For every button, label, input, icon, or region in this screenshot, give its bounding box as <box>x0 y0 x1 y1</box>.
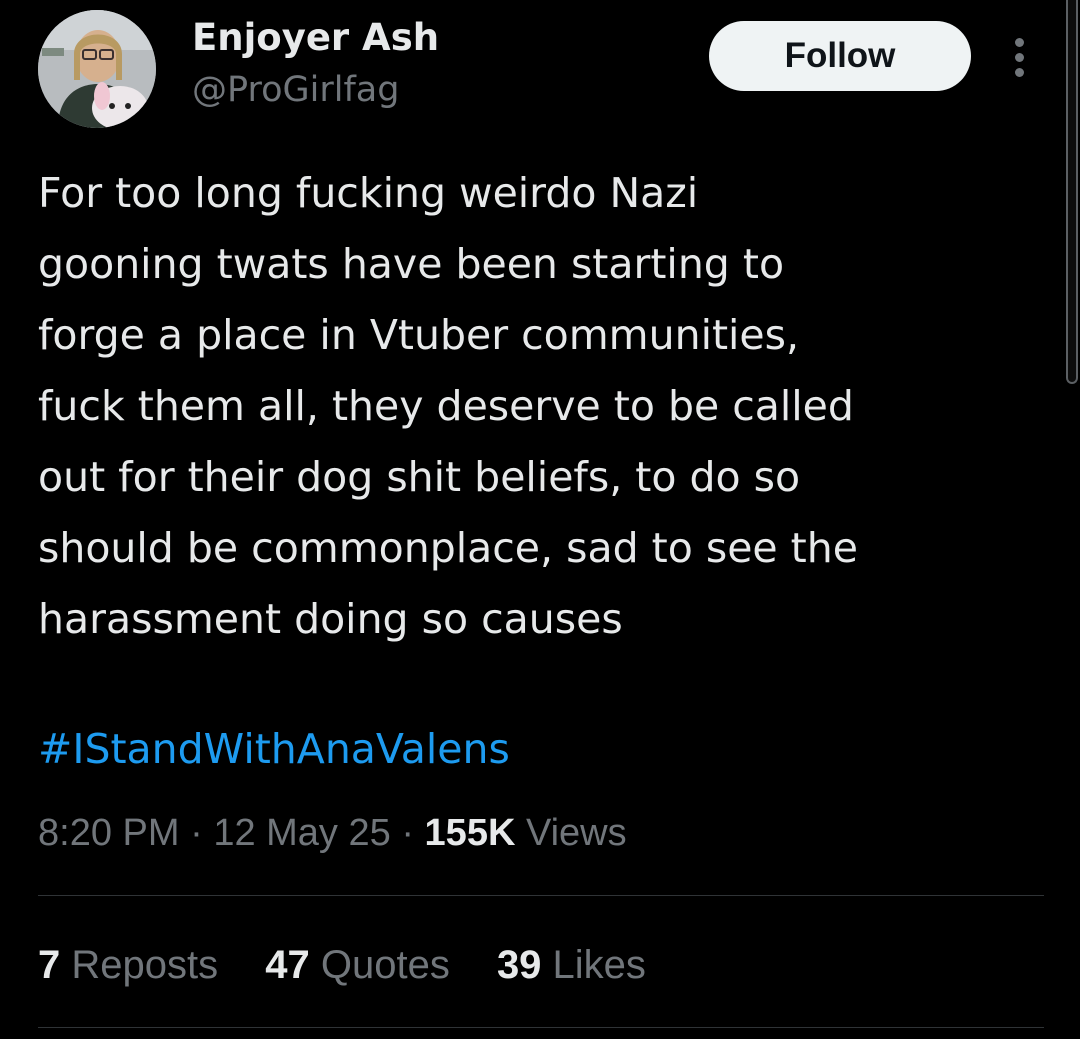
tweet-line: fuck them all, they deserve to be called <box>38 382 854 430</box>
reposts-stat[interactable]: 7 Reposts <box>38 940 218 990</box>
user-handle[interactable]: @ProGirlfag <box>192 66 399 114</box>
hashtag-link[interactable]: #IStandWithAnaValens <box>38 716 510 782</box>
engagement-stats: 7 Reposts 47 Quotes 39 Likes <box>38 940 682 990</box>
meta-separator: · <box>179 812 214 854</box>
avatar[interactable] <box>38 10 156 128</box>
likes-label: Likes <box>541 943 646 987</box>
quotes-count: 47 <box>265 943 310 987</box>
follow-button[interactable]: Follow <box>709 21 971 91</box>
views-count: 155K <box>424 812 516 854</box>
tweet-line: For too long fucking weirdo Nazi <box>38 169 699 217</box>
more-dot <box>1015 38 1024 47</box>
tweet-line: forge a place in Vtuber communities, <box>38 311 800 359</box>
more-dot <box>1015 53 1024 62</box>
tweet-date[interactable]: 12 May 25 <box>213 812 390 854</box>
quotes-label: Quotes <box>309 943 450 987</box>
avatar-image <box>38 10 156 128</box>
more-dot <box>1015 68 1024 77</box>
tweet-line: should be commonplace, sad to see the <box>38 524 858 572</box>
tweet-meta: 8:20 PM · 12 May 25 · 155K Views <box>38 808 627 858</box>
likes-count: 39 <box>496 943 542 987</box>
quotes-stat[interactable]: 47 Quotes <box>265 940 450 990</box>
divider <box>38 895 1044 896</box>
reposts-label: Reposts <box>60 943 219 987</box>
likes-stat[interactable]: 39 Likes <box>497 940 646 990</box>
tweet-time[interactable]: 8:20 PM <box>38 812 180 854</box>
meta-separator: · <box>390 812 425 854</box>
scrollbar[interactable] <box>1066 0 1078 384</box>
display-name[interactable]: Enjoyer Ash <box>192 14 439 62</box>
reposts-count: 7 <box>38 943 61 987</box>
divider <box>38 1027 1044 1028</box>
tweet-text: For too long fucking weirdo Nazi gooning… <box>38 158 1048 655</box>
tweet-line: out for their dog shit beliefs, to do so <box>38 453 801 501</box>
tweet-line: harassment doing so causes <box>38 595 623 643</box>
more-vertical-icon[interactable] <box>1004 34 1036 82</box>
tweet-line: gooning twats have been starting to <box>38 240 785 288</box>
views-label: Views <box>515 812 627 854</box>
